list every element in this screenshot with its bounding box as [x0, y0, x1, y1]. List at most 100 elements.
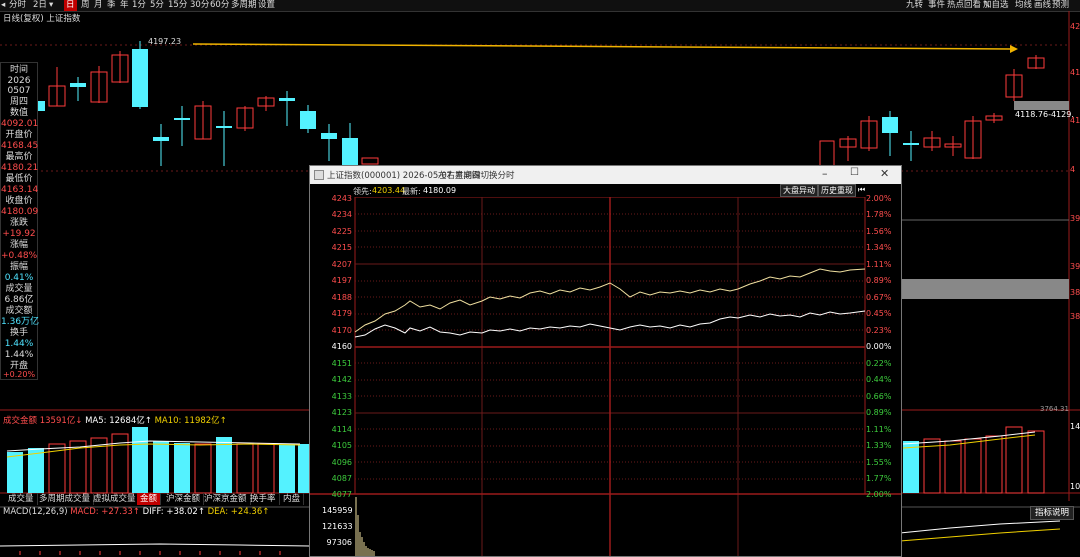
pct-tick: 2.00% — [866, 194, 892, 203]
price-tick: 4188 — [331, 293, 352, 302]
pct-tick: 2.00% — [866, 490, 892, 499]
y-axis-tick: 38 — [1070, 288, 1080, 297]
indicator-help-button[interactable]: 指标说明 — [1030, 506, 1075, 520]
toolbar-back-icon[interactable]: ◂ — [1, 0, 5, 11]
tab-yearly[interactable]: 年 — [120, 0, 129, 11]
vol-tick: 97306 — [326, 538, 352, 547]
pct-tick: 0.44% — [866, 375, 892, 384]
info-label: 涨幅 — [9, 240, 28, 250]
y-axis-tick: 38 — [1070, 312, 1080, 321]
trend-line[interactable] — [192, 43, 1013, 50]
info-label: 振幅 — [9, 262, 28, 272]
crosshair-info-panel: 时间 2026 0507 周四 数值 4092.01 开盘价 4168.45 最… — [0, 62, 39, 380]
maximize-icon[interactable]: ☐ — [850, 167, 859, 178]
tab-settings[interactable]: 设置 — [258, 0, 275, 11]
latest-label: 最新: — [402, 187, 421, 196]
price-tick: 4105 — [331, 441, 352, 450]
tab-1min[interactable]: 1分 — [132, 0, 146, 11]
vol-axis-tick: 10 — [1070, 482, 1080, 491]
tab-amount[interactable]: 金额 — [137, 493, 162, 505]
y-axis-tick: 41 — [1070, 68, 1080, 77]
close-icon[interactable]: ✕ — [880, 167, 889, 180]
tab-inner[interactable]: 内盘 — [280, 493, 305, 505]
pct-tick: 0.66% — [866, 392, 892, 401]
tab-5min[interactable]: 5分 — [150, 0, 164, 11]
pct-tick: 0.67% — [866, 293, 892, 302]
btn-add-watchlist[interactable]: 加自选 — [983, 0, 1009, 11]
high-price-label: 4197.23 — [148, 37, 182, 46]
price-tick: 4179 — [331, 309, 352, 318]
tab-daily[interactable]: 日 — [64, 0, 77, 11]
tab-60min[interactable]: 60分 — [210, 0, 229, 11]
pct-tick: 0.23% — [866, 326, 892, 335]
info-label: 1.44% — [4, 350, 34, 360]
pct-tick: 1.34% — [866, 243, 892, 252]
info-value: 0507 — [7, 86, 31, 96]
info-value: 1.44% — [4, 339, 34, 349]
tab-volume[interactable]: 成交量 — [5, 493, 38, 505]
pct-tick: 1.77% — [866, 474, 892, 483]
price-tick: 4114 — [331, 425, 352, 434]
range-label: 4118.76-4129. — [1015, 110, 1074, 119]
vol-tick: 121633 — [322, 522, 353, 531]
tab-intraday[interactable]: 分时 — [9, 0, 26, 11]
btn-nine-turn[interactable]: 九转 — [906, 0, 923, 11]
tab-hs-amount[interactable]: 沪深金额 — [163, 493, 205, 505]
info-value: +0.48% — [1, 251, 38, 261]
tab-multi-period[interactable]: 多周期 — [231, 0, 257, 11]
popup-hint: 左右方向键切换分时 — [438, 171, 515, 181]
price-tick: 4243 — [331, 194, 352, 203]
market-movement-button[interactable]: 大盘异动 — [780, 184, 818, 197]
tab-virtual-volume[interactable]: 虚拟成交量 — [90, 493, 140, 505]
up-arrow-icon: ↑ — [144, 416, 152, 426]
info-value: 4180.09 — [1, 207, 39, 217]
pct-tick: 0.00% — [866, 342, 892, 351]
chart-subtitle: 日线(复权) 上证指数 — [3, 14, 81, 24]
tab-monthly[interactable]: 月 — [94, 0, 103, 11]
volume-value: 13591亿 — [39, 416, 76, 426]
tab-quarterly[interactable]: 季 — [107, 0, 116, 11]
btn-hotspot-review[interactable]: 热点回看 — [947, 0, 981, 11]
ma10-label: MA10: — [154, 416, 182, 426]
tab-multi-volume[interactable]: 多周期成交量 — [36, 493, 95, 505]
popup-titlebar[interactable]: 上证指数(000001) 2026-05-07 星期四 左右方向键切换分时 – … — [310, 166, 901, 184]
btn-events[interactable]: 事件 — [928, 0, 945, 11]
vol-axis-tick: 3764.31 — [1040, 405, 1069, 413]
btn-forecast[interactable]: 预测 — [1052, 0, 1069, 11]
btn-draw[interactable]: 画线 — [1034, 0, 1051, 11]
price-tick: 4142 — [331, 375, 352, 384]
tab-hsj-amount[interactable]: 沪深京金额 — [201, 493, 251, 505]
price-tick: 4207 — [331, 260, 352, 269]
tab-30min[interactable]: 30分 — [190, 0, 209, 11]
tab-2day[interactable]: 2日 — [33, 0, 47, 11]
intraday-volume — [355, 497, 375, 556]
info-value: 6.86亿 — [4, 295, 34, 305]
info-label: 最低价 — [5, 174, 33, 184]
info-value: 周四 — [9, 97, 28, 107]
volume-header: 成交金额 13591亿↓ MA5: 12684亿↑ MA10: 11982亿↑ — [3, 414, 227, 426]
tab-turnover[interactable]: 换手率 — [247, 493, 280, 505]
info-label: 涨跌 — [9, 218, 28, 228]
minimize-icon[interactable]: – — [822, 167, 828, 180]
toolbar-dropdown-icon[interactable]: ▾ — [49, 0, 53, 11]
price-tick: 4215 — [331, 243, 352, 252]
btn-ma[interactable]: 均线 — [1015, 0, 1032, 11]
intraday-chart — [310, 197, 901, 556]
history-replay-button[interactable]: 历史重现 — [818, 184, 856, 197]
popup-subheader: 领先: 4203.44 最新: 4180.09 大盘异动 历史重现 ⏮ — [310, 184, 901, 197]
price-tick: 4087 — [331, 474, 352, 483]
info-value: 4092.01 — [1, 119, 39, 129]
y-axis-tick: 39 — [1070, 262, 1080, 271]
price-tick: 4197 — [331, 276, 352, 285]
lead-value: 4203.44 — [372, 186, 406, 195]
info-label: 成交量 — [5, 284, 33, 294]
info-value: 0.41% — [4, 273, 34, 283]
pct-tick: 1.56% — [866, 227, 892, 236]
prev-icon[interactable]: ⏮ — [858, 185, 865, 195]
info-label: 收盘价 — [5, 196, 33, 206]
info-value: +19.92 — [2, 229, 36, 239]
pct-tick: 0.89% — [866, 276, 892, 285]
pct-tick: 1.78% — [866, 210, 892, 219]
tab-weekly[interactable]: 周 — [81, 0, 90, 11]
tab-15min[interactable]: 15分 — [168, 0, 187, 11]
